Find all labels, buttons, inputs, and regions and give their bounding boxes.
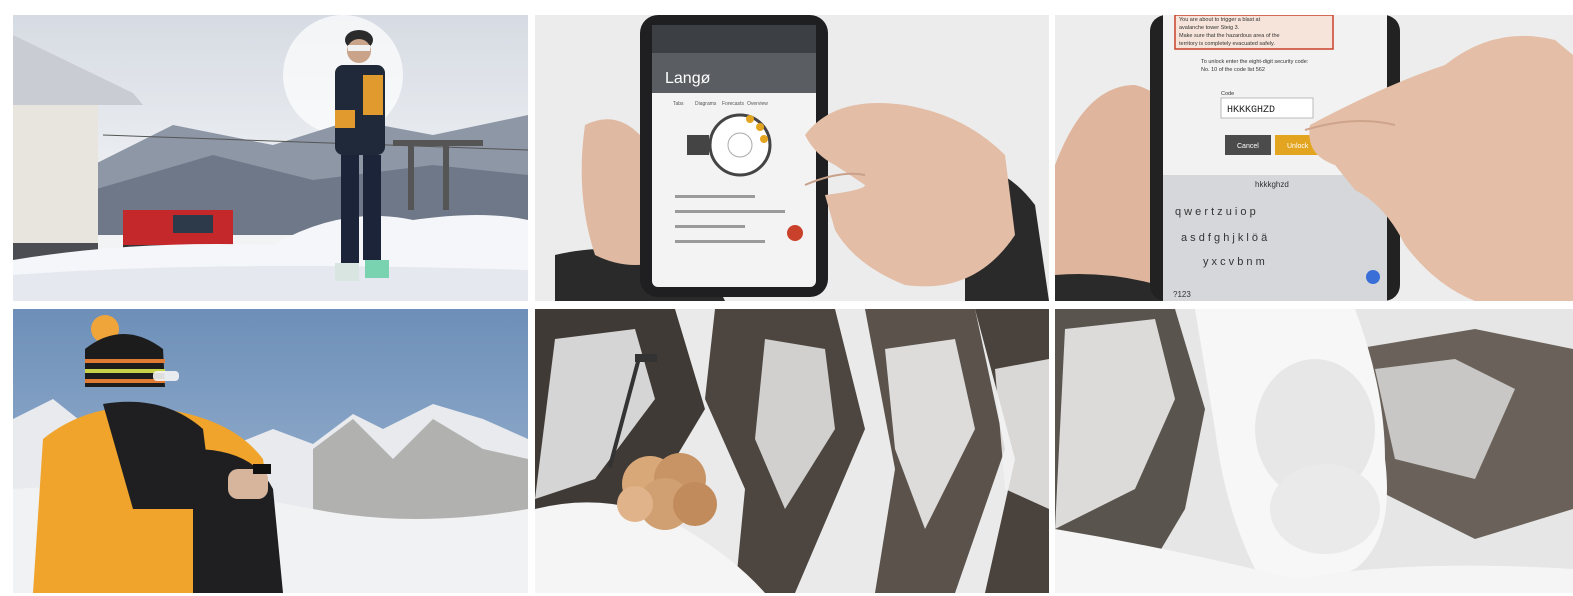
app-tab-3[interactable]: Forecasts: [722, 101, 744, 107]
warning-line-1: You are about to trigger a blast at: [1179, 17, 1261, 23]
app-title: Langø: [665, 70, 711, 87]
photo-phone-app-dial: Langø Tabs Diagrams Forecasts Overview: [535, 15, 1049, 301]
keyboard-row-2[interactable]: a s d f g h j k l ö ä: [1181, 232, 1268, 244]
keyboard-row-3[interactable]: y x c v b n m: [1203, 256, 1265, 268]
keyboard-row-1[interactable]: q w e r t z u i o p: [1175, 206, 1256, 218]
photo-phone-code-entry: You are about to trigger a blast at aval…: [1055, 15, 1573, 301]
warning-line-3: Make sure that the hazardous area of the: [1179, 33, 1280, 39]
confirm-label: Unlock: [1287, 143, 1309, 150]
code-label: Code: [1221, 91, 1234, 97]
prompt-line-2: No. 10 of the code list 562: [1201, 67, 1265, 73]
warning-line-2: avalanche tower Steig 3.: [1179, 25, 1240, 31]
prompt-line-1: To unlock enter the eight-digit security…: [1201, 59, 1309, 65]
cancel-label: Cancel: [1237, 143, 1259, 150]
alert-button[interactable]: [787, 225, 803, 241]
code-value: HKKKGHZD: [1227, 105, 1275, 116]
photo-skier-with-phone: [13, 15, 528, 301]
photo-explosion-on-slope: [535, 309, 1049, 593]
photo-avalanche-release: [1055, 309, 1573, 593]
app-tab-1[interactable]: Tabs: [673, 101, 684, 107]
keyboard-mode-key[interactable]: ?123: [1173, 290, 1191, 299]
photo-skier-mountain-view: [13, 309, 528, 593]
warning-line-4: territory is completely evacuated safely…: [1179, 41, 1275, 47]
app-tab-2[interactable]: Diagrams: [695, 101, 717, 107]
keyboard-suggestion[interactable]: hkkkghzd: [1255, 180, 1289, 189]
keyboard-enter-icon[interactable]: [1366, 270, 1380, 284]
app-tab-4[interactable]: Overview: [747, 101, 768, 107]
